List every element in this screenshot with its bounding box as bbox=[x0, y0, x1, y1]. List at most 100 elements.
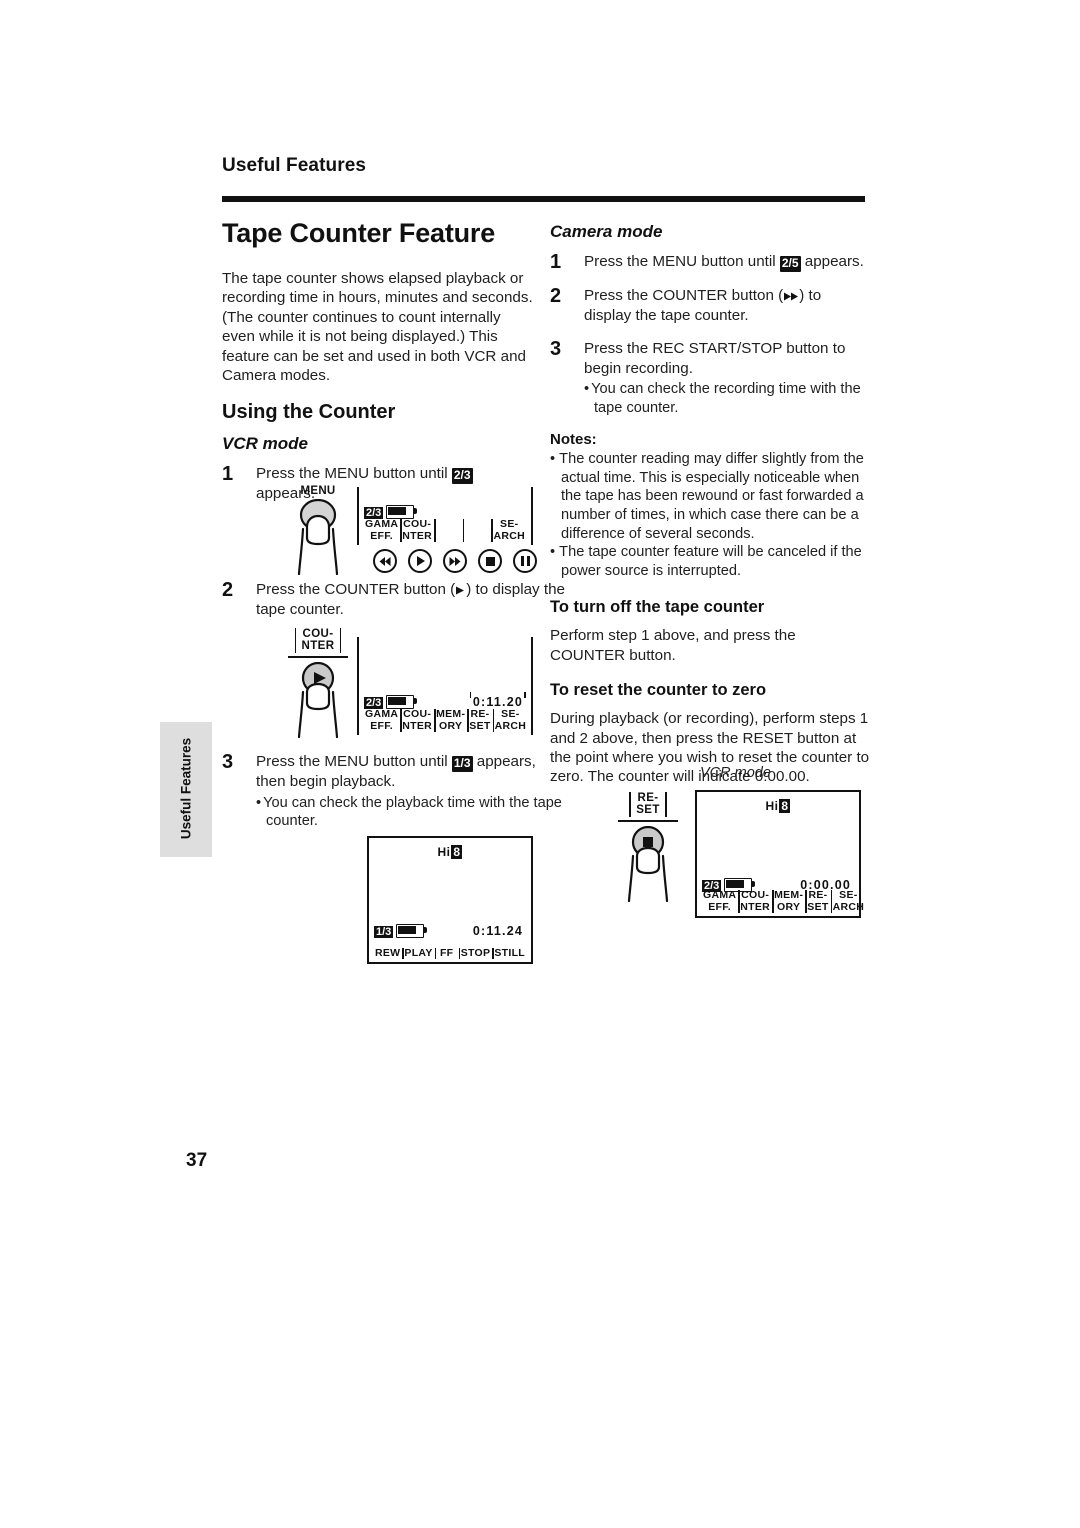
menu-cell-gamma: GAMA EFF. bbox=[365, 518, 399, 542]
step-bullet: •You can check the recording time with t… bbox=[584, 381, 861, 416]
menu-cell-counter: COU- NTER bbox=[400, 708, 433, 732]
hi8-text: Hi bbox=[765, 799, 779, 813]
right-column: Camera mode 1 Press the MENU button unti… bbox=[550, 222, 872, 803]
battery-icon bbox=[396, 924, 428, 938]
step-number: 2 bbox=[222, 579, 234, 601]
menu-cell-play: PLAY bbox=[402, 946, 433, 960]
lcd-status-row: 2/3 bbox=[364, 505, 526, 519]
step-text: Press the MENU button until 1/3 appears,… bbox=[256, 752, 568, 792]
menu-cell-memory: MEM- ORY bbox=[772, 889, 804, 913]
manual-page: Useful Features Useful Features 37 Tape … bbox=[0, 0, 1080, 1528]
step-number: 1 bbox=[222, 463, 234, 486]
step-text: Press the COUNTER button () to display t… bbox=[584, 286, 872, 325]
menu-cell-search: SE- ARCH bbox=[491, 518, 526, 542]
diagram-menu-press: MENU bbox=[290, 485, 346, 575]
step-number: 2 bbox=[550, 285, 562, 307]
step-text-before: Press the COUNTER button ( bbox=[584, 287, 784, 304]
diagram-counter-press: COU- NTER bbox=[288, 628, 348, 739]
fast-forward-icon[interactable] bbox=[443, 549, 467, 573]
step-text-before: Press the COUNTER button ( bbox=[256, 581, 456, 598]
mode-heading-camera: Camera mode bbox=[550, 222, 663, 241]
hi8-indicator: Hi 8 bbox=[369, 845, 531, 859]
menu-cell-search: SE- ARCH bbox=[830, 889, 865, 913]
step-camera-1: 1 Press the MENU button until 2/5 appear… bbox=[550, 251, 872, 273]
section-heading-using-the-counter: Using the Counter bbox=[222, 401, 396, 424]
step-vcr-2: 2 Press the COUNTER button () to display… bbox=[222, 579, 568, 619]
diagram-reset-press: RE- SET bbox=[618, 792, 678, 903]
step-text-after: appears. bbox=[800, 253, 864, 270]
hi8-box: 8 bbox=[451, 845, 463, 859]
pause-icon[interactable] bbox=[513, 549, 537, 573]
menu-cell-still: STILL bbox=[492, 946, 525, 960]
step-vcr-3: 3 Press the MENU button until 1/3 appear… bbox=[222, 751, 568, 830]
menu-cell-gamma: GAMA EFF. bbox=[703, 889, 737, 913]
transport-button-row bbox=[373, 549, 537, 573]
lcd-menu-bar: GAMA EFF. COU- NTER MEM- ORY RE- SET SE- ARCH bbox=[701, 889, 864, 913]
left-column: Tape Counter Feature The tape counter sh… bbox=[222, 218, 534, 515]
menu-cell-rew: REW bbox=[375, 946, 401, 959]
heading-reset-counter: To reset the counter to zero bbox=[550, 681, 767, 700]
step-text-before: Press the MENU button until bbox=[584, 253, 780, 270]
lcd-menu-bar: GAMA EFF. COU- NTER MEM- ORY RE- SET SE- ARCH bbox=[363, 709, 527, 732]
running-head: Useful Features bbox=[222, 155, 367, 176]
header-rule bbox=[222, 196, 865, 202]
lcd-menu-page-2of3: 2/3 GAMA EFF. COU- NTER SE- ARCH bbox=[357, 487, 533, 545]
step-bullet: •You can check the playback time with th… bbox=[256, 794, 562, 829]
stop-icon[interactable] bbox=[478, 549, 502, 573]
step-text: Press the COUNTER button () to display t… bbox=[256, 580, 568, 619]
step-text-before: Press the MENU button until bbox=[256, 753, 452, 770]
menu-cell-stop: STOP bbox=[458, 946, 491, 960]
menu-cell-reset: RE- SET bbox=[467, 708, 491, 732]
reset-label-line1: RE- bbox=[637, 792, 659, 804]
tape-counter-value: 0:11.20 bbox=[469, 692, 527, 709]
lcd-status-row: 2/3 0:11.20 bbox=[364, 692, 527, 709]
counter-label-line1: COU- bbox=[302, 628, 334, 640]
lcd-reset: Hi 8 2/3 0:00.00 GAMA EFF. COU- NTER MEM- OR… bbox=[695, 790, 864, 918]
button-underline bbox=[618, 820, 678, 823]
menu-cell-search: SE- ARCH bbox=[492, 708, 527, 732]
menu-cell-empty-2 bbox=[462, 519, 492, 542]
note-item: • The counter reading may differ slightl… bbox=[550, 451, 864, 542]
reset-label-line2: SET bbox=[636, 804, 660, 817]
menu-cell-counter: COU- NTER bbox=[400, 518, 433, 542]
finger-illustration bbox=[290, 499, 346, 575]
play-icon[interactable] bbox=[408, 549, 432, 573]
hi8-box: 8 bbox=[779, 799, 791, 813]
tape-counter-value: 0:11.24 bbox=[472, 924, 523, 938]
lcd-menu-bar: GAMA EFF. COU- NTER SE- ARCH bbox=[363, 519, 527, 542]
battery-icon bbox=[386, 505, 418, 519]
lcd-menu-bar: REW PLAY FF STOP STILL bbox=[373, 946, 527, 960]
fast-forward-icon bbox=[784, 292, 799, 301]
mode-heading-vcr: VCR mode bbox=[222, 434, 308, 454]
step-text-before: Press the MENU button until bbox=[256, 465, 452, 483]
step-bullet-text: You can check the recording time with th… bbox=[591, 381, 861, 416]
step-text: Press the REC START/STOP button to begin… bbox=[584, 340, 846, 377]
note-text: The counter reading may differ slightly … bbox=[559, 451, 864, 542]
page-number: 37 bbox=[186, 1150, 208, 1171]
menu-cell-gamma: GAMA EFF. bbox=[365, 708, 399, 732]
side-tab-label: Useful Features bbox=[178, 737, 194, 839]
heading-turn-off-counter: To turn off the tape counter bbox=[550, 598, 765, 617]
menu-cell-memory: MEM- ORY bbox=[434, 708, 466, 732]
lcd-page-chip: 2/3 bbox=[364, 507, 384, 519]
intro-paragraph: The tape counter shows elapsed playback … bbox=[222, 270, 533, 385]
step-bullet-text: You can check the playback time with the… bbox=[263, 794, 562, 829]
lcd-playback: Hi 8 1/3 0:11.24 REW PLAY FF STOP STILL bbox=[367, 836, 533, 964]
hi8-text: Hi bbox=[437, 845, 451, 859]
page-title: Tape Counter Feature bbox=[222, 218, 496, 248]
battery-icon bbox=[386, 695, 418, 709]
turn-off-body: Perform step 1 above, and press the COUN… bbox=[550, 627, 796, 664]
side-tab-useful-features: Useful Features bbox=[160, 722, 212, 857]
menu-page-chip: 1/3 bbox=[451, 756, 473, 772]
finger-illustration bbox=[620, 826, 676, 903]
reset-diagram-caption: VCR mode bbox=[700, 765, 771, 781]
button-underline bbox=[288, 656, 348, 659]
hi8-indicator: Hi 8 bbox=[697, 799, 859, 813]
menu-cell-empty-1 bbox=[434, 519, 463, 542]
menu-page-chip: 2/3 bbox=[451, 468, 473, 485]
step-camera-2: 2 Press the COUNTER button () to display… bbox=[550, 285, 872, 325]
rewind-icon[interactable] bbox=[373, 549, 397, 573]
step-number: 3 bbox=[222, 751, 234, 773]
step-number: 3 bbox=[550, 338, 562, 361]
step-text: Press the MENU button until 2/5 appears. bbox=[584, 252, 872, 272]
